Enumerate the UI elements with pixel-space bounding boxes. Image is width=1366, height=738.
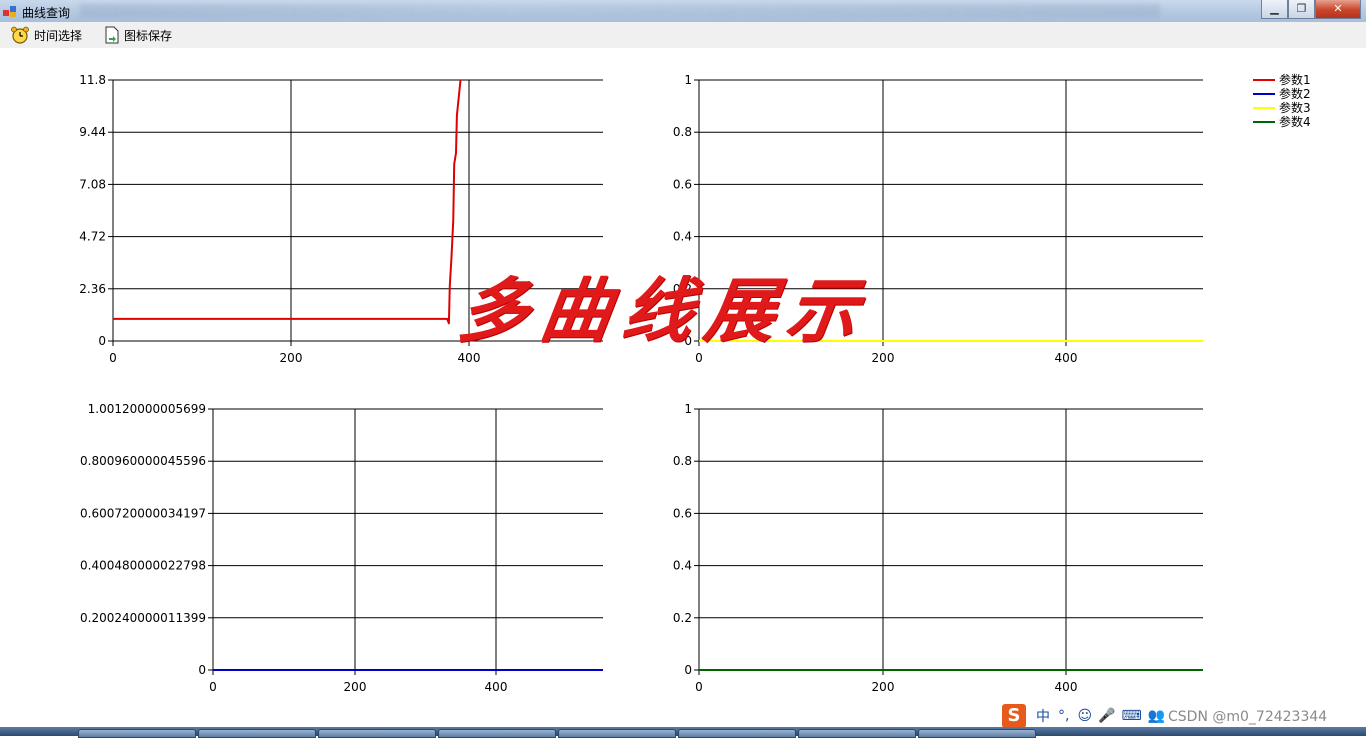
- ime-chinese-mode[interactable]: 中: [1036, 706, 1050, 726]
- y-tick-label: 0: [198, 663, 206, 677]
- watermark: CSDN @m0_72423344: [1168, 709, 1328, 725]
- x-tick-label: 200: [872, 680, 895, 694]
- ime-microphone-icon[interactable]: 🎤: [1098, 708, 1115, 724]
- y-tick-label: 9.44: [79, 125, 106, 139]
- save-chart-label: 图标保存: [124, 28, 173, 43]
- y-tick-label: 0.800960000045596: [80, 454, 206, 468]
- legend-label: 参数4: [1279, 114, 1311, 129]
- taskbar-button[interactable]: [558, 729, 676, 738]
- x-tick-label: 0: [109, 351, 117, 365]
- taskbar-button[interactable]: [438, 729, 556, 738]
- time-select-button[interactable]: 时间选择: [10, 26, 82, 44]
- y-tick-label: 0.8: [673, 125, 692, 139]
- taskbar-button[interactable]: [78, 729, 196, 738]
- y-tick-label: 0.4: [673, 559, 692, 573]
- legend-label: 参数3: [1279, 100, 1311, 115]
- ime-punctuation-icon[interactable]: °,: [1058, 708, 1069, 724]
- time-select-label: 时间选择: [34, 28, 83, 43]
- x-tick-label: 200: [872, 351, 895, 365]
- window-title-bar: 曲线查询 ▁ ❐ ✕: [0, 0, 1366, 22]
- minimize-button[interactable]: ▁: [1261, 0, 1288, 19]
- ime-toolbar[interactable]: S 中 °, ☺ 🎤 ⌨ 👥: [1002, 704, 1165, 728]
- y-tick-label: 0.8: [673, 454, 692, 468]
- close-button[interactable]: ✕: [1315, 0, 1361, 19]
- save-document-icon: [105, 26, 119, 44]
- window-title: 曲线查询: [22, 6, 71, 20]
- ime-user-icon[interactable]: 👥: [1148, 708, 1165, 724]
- taskbar-button[interactable]: [678, 729, 796, 738]
- ime-keyboard-icon[interactable]: ⌨: [1122, 708, 1142, 724]
- ime-emoji-icon[interactable]: ☺: [1077, 708, 1092, 724]
- ime-logo-icon[interactable]: S: [1002, 704, 1026, 728]
- y-tick-label: 0.4: [673, 230, 692, 244]
- y-tick-label: 0.600720000034197: [80, 506, 206, 520]
- x-tick-label: 200: [280, 351, 303, 365]
- y-tick-label: 11.8: [79, 73, 106, 87]
- title-bar-blur: [80, 4, 1160, 18]
- legend-label: 参数1: [1279, 72, 1311, 87]
- taskbar-button[interactable]: [798, 729, 916, 738]
- y-tick-label: 1: [684, 73, 692, 87]
- maximize-button[interactable]: ❐: [1288, 0, 1315, 19]
- y-tick-label: 7.08: [79, 177, 106, 191]
- y-tick-label: 0.400480000022798: [80, 559, 206, 573]
- y-tick-label: 4.72: [79, 230, 106, 244]
- toolbar: 时间选择 图标保存: [0, 22, 1366, 48]
- y-tick-label: 0.6: [673, 506, 692, 520]
- x-tick-label: 400: [1055, 351, 1078, 365]
- x-tick-label: 400: [485, 680, 508, 694]
- y-tick-label: 0.6: [673, 177, 692, 191]
- x-tick-label: 0: [209, 680, 217, 694]
- charts-area: 0 2.36 4.72 7.08 9.44 11.8 0 200 400 0 0.2 0.4 0.6 0.…: [79, 73, 1203, 694]
- y-tick-label: 0: [98, 334, 106, 348]
- y-tick-label: 0.2: [673, 611, 692, 625]
- y-tick-label: 0: [684, 663, 692, 677]
- app-icon: [3, 6, 16, 17]
- y-tick-label: 0.200240000011399: [80, 611, 206, 625]
- alarm-clock-icon: [11, 26, 29, 44]
- series-line: [113, 79, 462, 325]
- overlay-title: 多曲线展示: [453, 269, 876, 352]
- taskbar-button[interactable]: [318, 729, 436, 738]
- taskbar-button[interactable]: [198, 729, 316, 738]
- x-tick-label: 200: [344, 680, 367, 694]
- y-tick-label: 2.36: [79, 282, 106, 296]
- x-tick-label: 0: [695, 680, 703, 694]
- x-tick-label: 400: [1055, 680, 1078, 694]
- y-tick-label: 1.00120000005699: [88, 402, 206, 416]
- save-chart-button[interactable]: 图标保存: [104, 26, 172, 44]
- y-tick-label: 1: [684, 402, 692, 416]
- legend-label: 参数2: [1279, 86, 1311, 101]
- taskbar-button[interactable]: [918, 729, 1036, 738]
- chart-legend: 参数1参数2参数3参数4: [1253, 72, 1311, 129]
